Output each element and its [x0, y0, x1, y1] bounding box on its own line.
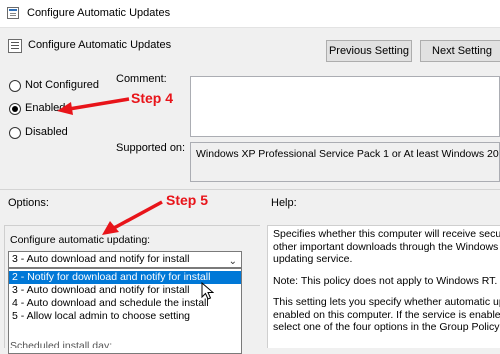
step-4-arrow — [57, 97, 130, 115]
chevron-down-icon[interactable]: ⌄ — [229, 254, 237, 269]
supported-on-value: Windows XP Professional Service Pack 1 o… — [196, 148, 499, 160]
dropdown-option-5[interactable]: 5 - Allow local admin to choose setting — [9, 310, 241, 323]
selected-value: 3 - Auto download and notify for install — [12, 253, 190, 265]
comment-field[interactable] — [190, 76, 500, 137]
help-label: Help: — [271, 197, 297, 209]
help-line: updating service. — [273, 253, 353, 265]
help-line: Note: This policy does not apply to Wind… — [273, 274, 498, 287]
policy-icon — [7, 7, 19, 19]
help-line: Specifies whether this computer will rec… — [273, 228, 500, 240]
next-setting-button[interactable]: Next Setting — [420, 40, 500, 62]
section-divider — [0, 189, 500, 190]
help-line: This setting lets you specify whether au… — [273, 296, 500, 308]
step-4-annotation: Step 4 — [131, 90, 174, 106]
disabled-radio[interactable] — [9, 127, 21, 139]
help-paragraph: This setting lets you specify whether au… — [273, 296, 500, 334]
window-title: Configure Automatic Updates — [27, 7, 171, 19]
help-paragraph: Note: This policy does not apply to Wind… — [273, 275, 500, 288]
options-label: Options: — [8, 197, 49, 209]
help-text: Specifies whether this computer will rec… — [273, 228, 500, 343]
not-configured-label[interactable]: Not Configured — [25, 79, 99, 91]
previous-setting-button[interactable]: Previous Setting — [326, 40, 412, 62]
policy-setting-icon — [8, 39, 22, 53]
enabled-radio[interactable] — [9, 103, 21, 115]
page-title: Configure Automatic Updates — [28, 39, 172, 51]
scheduled-install-day-label: Scheduled install day: — [10, 340, 113, 348]
help-paragraph: Specifies whether this computer will rec… — [273, 228, 500, 266]
supported-on-label: Supported on: — [116, 142, 186, 154]
help-line: select one of the four options in the Gr… — [273, 321, 500, 333]
configure-updating-select[interactable]: 3 - Auto download and notify for install… — [8, 251, 242, 268]
not-configured-radio[interactable] — [9, 80, 21, 92]
step-5-arrow — [102, 200, 163, 235]
help-line: other important downloads through the Wi… — [273, 240, 500, 253]
mouse-cursor-icon — [201, 282, 214, 300]
help-line: enabled on this computer. If the service… — [273, 308, 500, 321]
supported-on-box: Windows XP Professional Service Pack 1 o… — [190, 142, 500, 182]
help-panel: Specifies whether this computer will rec… — [267, 225, 500, 348]
disabled-label[interactable]: Disabled — [25, 126, 68, 138]
step-5-annotation: Step 5 — [166, 192, 209, 208]
comment-label: Comment: — [116, 73, 167, 85]
